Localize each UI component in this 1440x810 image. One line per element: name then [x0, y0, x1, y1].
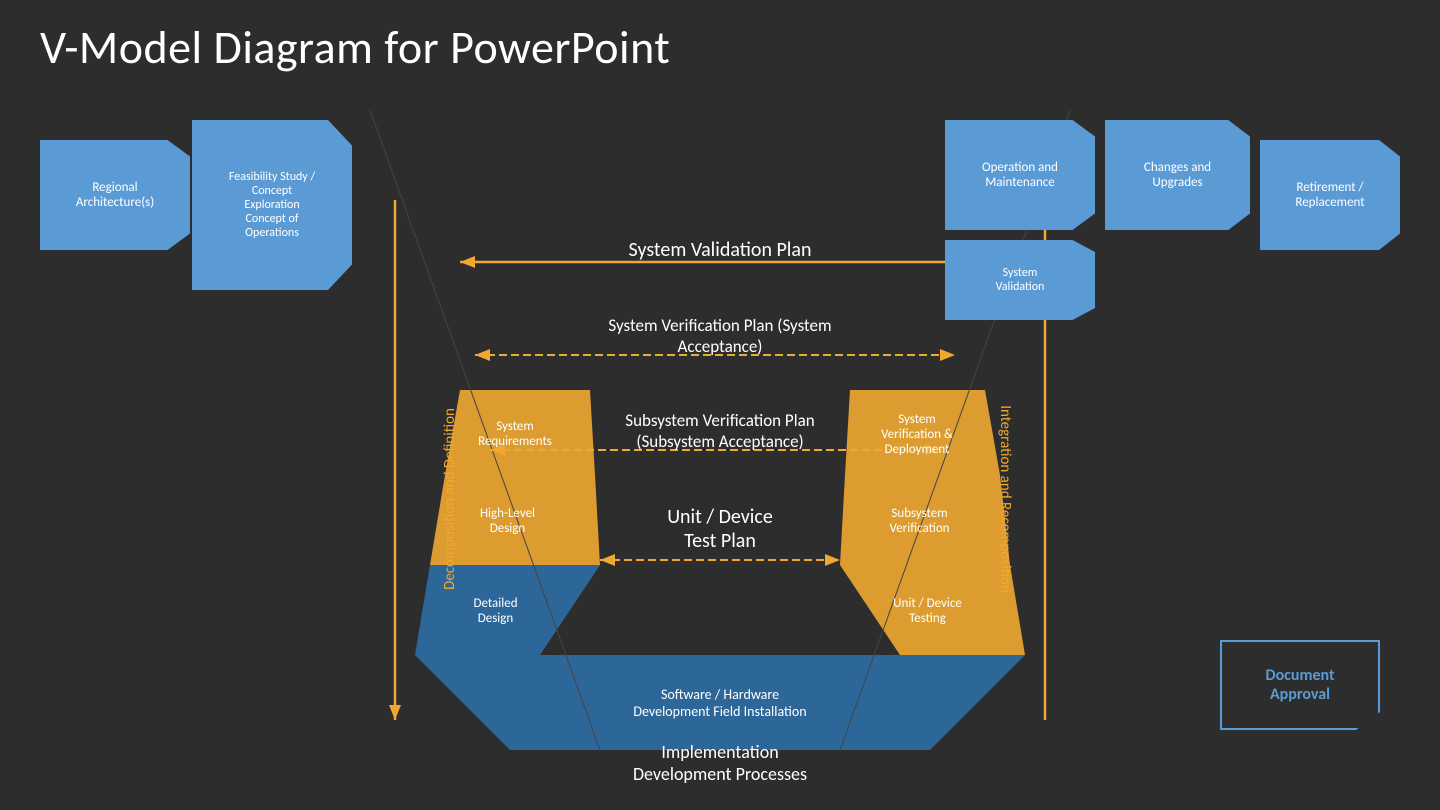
- bottom-label: Implementation Development Processes: [633, 741, 807, 785]
- page-title: V-Model Diagram for PowerPoint: [40, 20, 670, 76]
- system-validation-label: System Validation: [996, 266, 1045, 294]
- changes-upgrades-box: Changes and Upgrades: [1105, 120, 1250, 230]
- unit-device-testing-label: Unit / Device Testing: [855, 573, 1000, 648]
- document-approval-label: Document Approval: [1265, 666, 1334, 704]
- feasibility-box: Feasibility Study / Concept Exploration …: [192, 120, 352, 290]
- changes-upgrades-label: Changes and Upgrades: [1144, 160, 1211, 190]
- software-hardware-label: Software / Hardware Development Field In…: [500, 663, 940, 743]
- system-verification-plan-label: System Verification Plan (System Accepta…: [420, 315, 1020, 357]
- regional-architecture-box: Regional Architecture(s): [40, 140, 190, 250]
- system-validation-plan-label: System Validation Plan: [420, 238, 1020, 262]
- regional-architecture-label: Regional Architecture(s): [76, 180, 154, 210]
- document-approval-box: Document Approval: [1220, 640, 1380, 730]
- retirement-label: Retirement / Replacement: [1295, 180, 1364, 210]
- operation-maintenance-box: Operation and Maintenance: [945, 120, 1095, 230]
- system-verification-deployment-label: System Verification & Deployment: [852, 399, 982, 469]
- feasibility-label: Feasibility Study / Concept Exploration …: [229, 170, 315, 240]
- integration-label: Integration and Recomposition: [996, 359, 1014, 639]
- vmodel-diagram: Regional Architecture(s) Feasibility Stu…: [40, 110, 1400, 790]
- retirement-box: Retirement / Replacement: [1260, 140, 1400, 250]
- operation-maintenance-label: Operation and Maintenance: [982, 160, 1058, 190]
- decomposition-label: Decomposition and Definition: [441, 369, 459, 629]
- subsystem-verification-label: Subsystem Verification: [847, 485, 992, 557]
- system-requirements-label: System Requirements: [450, 399, 580, 469]
